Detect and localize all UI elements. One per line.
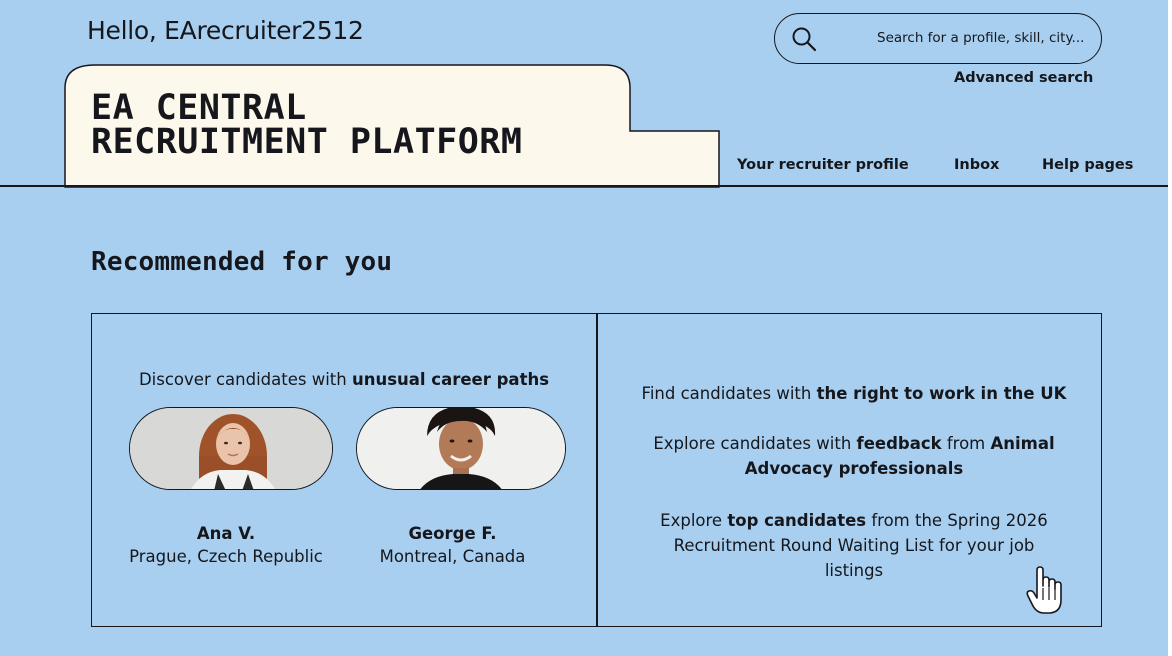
nav-recruiter-profile[interactable]: Your recruiter profile bbox=[737, 157, 909, 173]
candidate-name-ana[interactable]: Ana V. bbox=[129, 524, 323, 543]
right-item1-prefix: Find candidates with bbox=[641, 384, 817, 403]
card-divider bbox=[596, 313, 598, 627]
portrait-image bbox=[130, 408, 332, 489]
hand-pointer-cursor-icon bbox=[1026, 566, 1062, 614]
left-heading-prefix: Discover candidates with bbox=[138, 370, 352, 389]
right-item3-prefix: Explore bbox=[660, 511, 728, 530]
platform-title: EA CENTRAL RECRUITMENT PLATFORM bbox=[91, 88, 523, 162]
right-item2-middle: from bbox=[941, 434, 991, 453]
portrait-image bbox=[357, 408, 565, 489]
nav-inbox[interactable]: Inbox bbox=[954, 157, 999, 173]
candidate-photo-ana[interactable] bbox=[129, 407, 333, 490]
nav-help-pages[interactable]: Help pages bbox=[1042, 157, 1133, 173]
platform-title-line1: EA CENTRAL bbox=[91, 88, 307, 128]
right-item1-bold: the right to work in the UK bbox=[816, 384, 1067, 403]
header-divider bbox=[0, 185, 1168, 187]
candidate-photo-george[interactable] bbox=[356, 407, 566, 490]
candidate-name-george[interactable]: George F. bbox=[379, 524, 526, 543]
section-heading: Recommended for you bbox=[91, 247, 393, 277]
right-item2-prefix: Explore candidates with bbox=[653, 434, 857, 453]
unusual-career-paths-heading[interactable]: Discover candidates with unusual career … bbox=[92, 370, 596, 389]
platform-title-line2: RECRUITMENT PLATFORM bbox=[91, 122, 523, 162]
left-heading-bold: unusual career paths bbox=[351, 370, 550, 389]
right-item2-bold1: feedback bbox=[856, 434, 942, 453]
animal-advocacy-feedback-link[interactable]: Explore candidates with feedback from An… bbox=[630, 431, 1078, 481]
candidate-location-george: Montreal, Canada bbox=[379, 547, 526, 566]
right-to-work-link[interactable]: Find candidates with the right to work i… bbox=[630, 381, 1078, 406]
candidate-location-ana: Prague, Czech Republic bbox=[129, 547, 323, 566]
top-candidates-link[interactable]: Explore top candidates from the Spring 2… bbox=[650, 508, 1058, 583]
right-item3-bold: top candidates bbox=[727, 511, 867, 530]
window-edge bbox=[1168, 0, 1172, 656]
